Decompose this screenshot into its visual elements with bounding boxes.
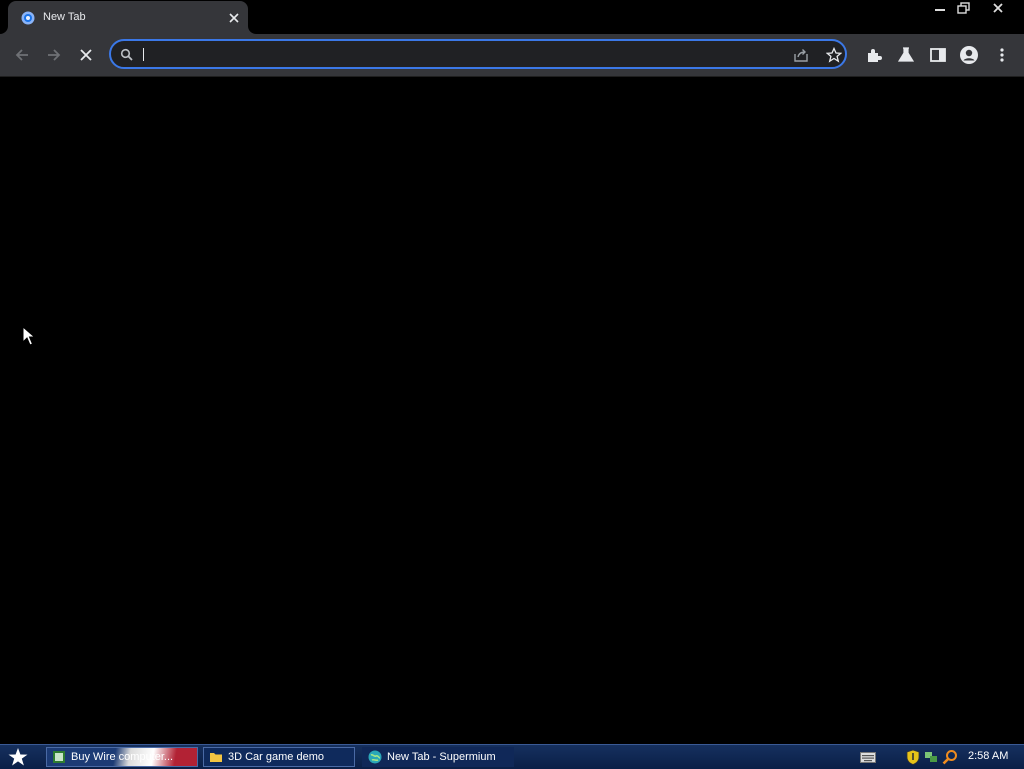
security-shield-icon[interactable] (906, 749, 920, 765)
magnifier-icon[interactable] (942, 749, 958, 765)
mouse-pointer-icon (22, 326, 36, 346)
search-icon (120, 48, 133, 61)
title-bar: New Tab (0, 0, 1024, 34)
supermium-globe-icon (368, 750, 382, 764)
task-label: 3D Car game demo (228, 751, 324, 763)
tab-title: New Tab (43, 11, 86, 23)
folder-icon (210, 753, 222, 762)
menu-kebab-icon[interactable] (992, 45, 1012, 65)
address-input[interactable] (141, 44, 745, 66)
extensions-puzzle-icon[interactable] (864, 45, 884, 65)
tab-close-icon[interactable] (226, 10, 242, 26)
task-label: Buy Wire computer... (71, 751, 174, 763)
text-caret (143, 48, 144, 61)
tab-curve-right (248, 26, 256, 34)
browser-toolbar (0, 34, 1024, 77)
restore-icon[interactable] (952, 0, 976, 17)
taskbar-item-browser-download[interactable]: Buy Wire computer... (46, 747, 198, 767)
taskbar: Buy Wire computer... 3D Car game demo Ne… (0, 744, 1024, 769)
taskbar-item-new-tab-supermium[interactable]: New Tab - Supermium (362, 747, 514, 767)
stop-loading-icon[interactable] (76, 45, 96, 65)
forward-arrow-icon[interactable] (44, 45, 64, 65)
minimize-icon[interactable] (928, 0, 952, 17)
profile-avatar-icon[interactable] (959, 45, 979, 65)
labs-flask-icon[interactable] (896, 45, 916, 65)
back-arrow-icon[interactable] (12, 45, 32, 65)
taskbar-item-3d-car-game[interactable]: 3D Car game demo (203, 747, 355, 767)
supermium-favicon-icon (21, 11, 35, 25)
window-close-icon[interactable] (986, 0, 1010, 17)
taskbar-clock[interactable]: 2:58 AM (968, 750, 1008, 762)
side-panel-icon[interactable] (928, 45, 948, 65)
task-label: New Tab - Supermium (387, 751, 496, 763)
page-content[interactable] (0, 77, 1024, 744)
address-bar[interactable] (109, 39, 847, 69)
bookmark-star-icon[interactable] (826, 47, 842, 63)
start-star-icon[interactable] (4, 747, 32, 767)
download-page-icon (53, 751, 65, 763)
tab-new-tab[interactable]: New Tab (8, 1, 248, 34)
tab-curve-left (0, 26, 8, 34)
network-status-icon[interactable] (924, 749, 938, 765)
share-icon[interactable] (793, 47, 809, 63)
keyboard-icon[interactable] (860, 752, 876, 763)
